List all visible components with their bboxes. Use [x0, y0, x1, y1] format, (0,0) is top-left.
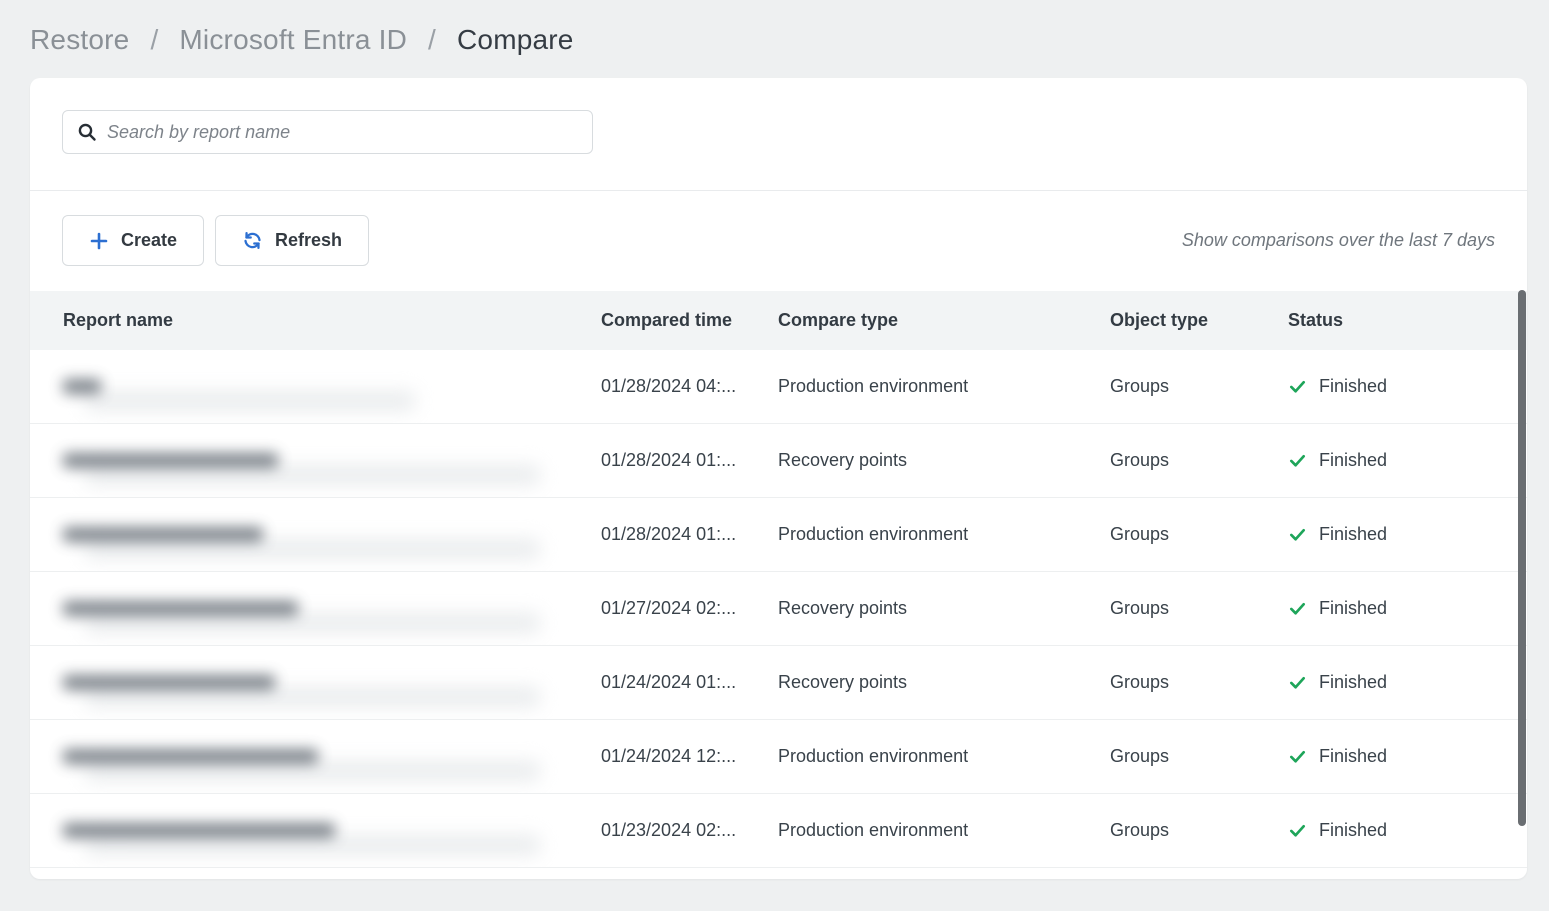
- table-row[interactable]: 01/24/2024 12:... Production environment…: [30, 720, 1527, 794]
- object-type-cell: Groups: [1110, 376, 1288, 397]
- object-type-cell: Groups: [1110, 524, 1288, 545]
- status-label: Finished: [1319, 598, 1387, 619]
- report-name-cell: [30, 424, 601, 497]
- report-name-redacted: [63, 675, 275, 690]
- compared-time-cell: 01/23/2024 02:...: [601, 820, 778, 841]
- breadcrumb-separator: /: [428, 24, 436, 55]
- report-name-cell: [30, 498, 601, 571]
- check-icon: [1288, 377, 1307, 396]
- report-name-cell: [30, 720, 601, 793]
- status-label: Finished: [1319, 450, 1387, 471]
- toolbar: Create Refresh Show comparisons over the…: [30, 191, 1527, 291]
- breadcrumb-restore[interactable]: Restore: [30, 24, 129, 55]
- create-button[interactable]: Create: [62, 215, 204, 266]
- breadcrumb-entra-id[interactable]: Microsoft Entra ID: [179, 24, 407, 55]
- table-row[interactable]: 01/28/2024 01:... Recovery points Groups…: [30, 424, 1527, 498]
- compare-type-cell: Recovery points: [778, 598, 1110, 619]
- refresh-button-label: Refresh: [275, 230, 342, 251]
- report-name-redacted: [63, 601, 298, 616]
- status-cell: Finished: [1288, 524, 1527, 545]
- check-icon: [1288, 673, 1307, 692]
- status-cell: Finished: [1288, 450, 1527, 471]
- table-row[interactable]: 01/23/2024 02:... Production environment…: [30, 794, 1527, 868]
- table-scrollbar-thumb[interactable]: [1518, 290, 1526, 826]
- report-name-cell: [30, 646, 601, 719]
- compared-time-cell: 01/24/2024 01:...: [601, 672, 778, 693]
- status-cell: Finished: [1288, 820, 1527, 841]
- refresh-icon: [242, 230, 263, 251]
- column-header-status[interactable]: Status: [1288, 310, 1527, 331]
- search-section: [30, 78, 1527, 191]
- object-type-cell: Groups: [1110, 598, 1288, 619]
- table-row[interactable]: 01/28/2024 01:... Production environment…: [30, 498, 1527, 572]
- status-label: Finished: [1319, 746, 1387, 767]
- compare-type-cell: Recovery points: [778, 672, 1110, 693]
- status-cell: Finished: [1288, 746, 1527, 767]
- compare-type-cell: Production environment: [778, 820, 1110, 841]
- check-icon: [1288, 599, 1307, 618]
- compared-time-cell: 01/28/2024 01:...: [601, 524, 778, 545]
- table-header: Report name Compared time Compare type O…: [30, 291, 1527, 350]
- report-name-redacted: [63, 527, 263, 542]
- status-label: Finished: [1319, 820, 1387, 841]
- comparisons-table: Report name Compared time Compare type O…: [30, 291, 1527, 868]
- compare-type-cell: Production environment: [778, 524, 1110, 545]
- compare-type-cell: Production environment: [778, 746, 1110, 767]
- compared-time-cell: 01/28/2024 04:...: [601, 376, 778, 397]
- status-label: Finished: [1319, 524, 1387, 545]
- report-name-cell: [30, 794, 601, 867]
- check-icon: [1288, 821, 1307, 840]
- compared-time-cell: 01/24/2024 12:...: [601, 746, 778, 767]
- breadcrumb: Restore / Microsoft Entra ID / Compare: [0, 0, 1549, 78]
- search-box[interactable]: [62, 110, 593, 154]
- status-label: Finished: [1319, 376, 1387, 397]
- create-button-label: Create: [121, 230, 177, 251]
- table-body: 01/28/2024 04:... Production environment…: [30, 350, 1527, 868]
- status-cell: Finished: [1288, 376, 1527, 397]
- status-cell: Finished: [1288, 598, 1527, 619]
- column-header-object-type[interactable]: Object type: [1110, 310, 1288, 331]
- column-header-compared-time[interactable]: Compared time: [601, 310, 778, 331]
- compare-type-cell: Production environment: [778, 376, 1110, 397]
- report-name-redacted: [63, 823, 335, 838]
- object-type-cell: Groups: [1110, 746, 1288, 767]
- compared-time-cell: 01/27/2024 02:...: [601, 598, 778, 619]
- compared-time-cell: 01/28/2024 01:...: [601, 450, 778, 471]
- check-icon: [1288, 747, 1307, 766]
- object-type-cell: Groups: [1110, 450, 1288, 471]
- report-name-redacted: [63, 379, 101, 394]
- compare-panel: Create Refresh Show comparisons over the…: [30, 78, 1527, 879]
- object-type-cell: Groups: [1110, 820, 1288, 841]
- search-icon: [77, 122, 97, 142]
- status-cell: Finished: [1288, 672, 1527, 693]
- report-name-redacted: [63, 453, 278, 468]
- check-icon: [1288, 451, 1307, 470]
- object-type-cell: Groups: [1110, 672, 1288, 693]
- filter-note: Show comparisons over the last 7 days: [1182, 230, 1495, 251]
- column-header-compare-type[interactable]: Compare type: [778, 310, 1110, 331]
- status-label: Finished: [1319, 672, 1387, 693]
- search-input[interactable]: [107, 122, 578, 143]
- report-name-cell: [30, 350, 601, 423]
- table-row[interactable]: 01/24/2024 01:... Recovery points Groups…: [30, 646, 1527, 720]
- check-icon: [1288, 525, 1307, 544]
- table-row[interactable]: 01/27/2024 02:... Recovery points Groups…: [30, 572, 1527, 646]
- breadcrumb-compare: Compare: [457, 24, 574, 55]
- breadcrumb-separator: /: [150, 24, 158, 55]
- compare-type-cell: Recovery points: [778, 450, 1110, 471]
- refresh-button[interactable]: Refresh: [215, 215, 369, 266]
- table-row[interactable]: 01/28/2024 04:... Production environment…: [30, 350, 1527, 424]
- report-name-cell: [30, 572, 601, 645]
- column-header-report-name[interactable]: Report name: [30, 310, 601, 331]
- report-name-ghost: [85, 391, 415, 411]
- plus-icon: [89, 231, 109, 251]
- report-name-redacted: [63, 749, 318, 764]
